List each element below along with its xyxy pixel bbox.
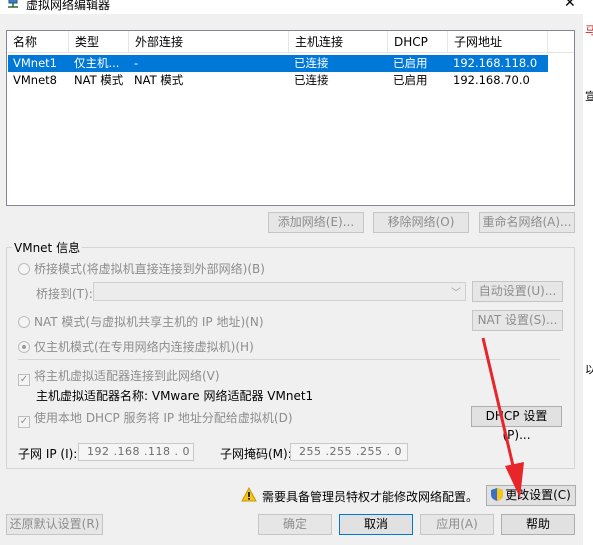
background-window-strip (583, 0, 593, 545)
background-glyph-low: 以 (585, 363, 593, 376)
vmnet-info-label: VMnet 信息 (12, 239, 83, 256)
cell-type: NAT 模式 (74, 73, 124, 87)
remove-network-button[interactable]: 移除网络(O) (373, 212, 469, 233)
bridge-to-label: 桥接到(T): (36, 287, 93, 301)
cell-external: NAT 模式 (134, 73, 184, 87)
connect-host-adapter-label: 将主机虚拟适配器连接到此网络(V) (34, 369, 220, 383)
column-header-dhcp[interactable]: DHCP (388, 31, 448, 53)
radio-circle (18, 316, 30, 328)
checkbox-checked-icon: ✓ (18, 416, 30, 428)
network-list[interactable]: 名称 类型 外部连接 主机连接 DHCP 子网地址 VMnet1 仅主机... … (6, 30, 575, 206)
window-title: 虚拟网络编辑器 (26, 0, 111, 12)
network-list-header: 名称 类型 外部连接 主机连接 DHCP 子网地址 (7, 31, 574, 53)
checkbox-checked-icon: ✓ (18, 374, 30, 386)
table-row-vmnet8[interactable]: VMnet8 NAT 模式 NAT 模式 已连接 已启用 192.168.70.… (8, 72, 548, 89)
background-glyph-top: 马 (585, 24, 593, 37)
add-network-button[interactable]: 添加网络(E)... (268, 212, 364, 233)
network-editor-icon (8, 0, 18, 8)
rename-network-button[interactable]: 重命名网络(A)... (479, 212, 575, 233)
restore-defaults-button[interactable]: 还原默认设置(R) (6, 514, 103, 535)
column-header-host[interactable]: 主机连接 (289, 31, 388, 53)
column-header-type[interactable]: 类型 (69, 31, 129, 53)
host-only-mode-label: 仅主机模式(在专用网络内连接虚拟机)(H) (34, 340, 254, 354)
cancel-button[interactable]: 取消 (339, 514, 413, 535)
use-dhcp-checkbox[interactable]: ✓ 使用本地 DHCP 服务将 IP 地址分配给虚拟机(D) (18, 409, 293, 428)
change-settings-label: 更改设置(C) (505, 488, 571, 502)
cell-host: 已连接 (294, 56, 329, 70)
cell-subnet: 192.168.118.0 (453, 56, 538, 70)
uac-shield-icon (491, 488, 504, 501)
cell-external: - (134, 56, 139, 70)
divider (18, 359, 560, 360)
warning-icon (241, 487, 257, 502)
cell-name: VMnet8 (13, 73, 57, 87)
cell-name: VMnet1 (13, 56, 57, 70)
host-only-mode-radio[interactable]: 仅主机模式(在专用网络内连接虚拟机)(H) (18, 338, 254, 355)
title-bar: 虚拟网络编辑器 ✕ (0, 0, 593, 14)
chevron-down-icon: ﹀ (451, 288, 461, 299)
help-button[interactable]: 帮助 (501, 514, 575, 535)
cell-dhcp: 已启用 (393, 73, 428, 87)
subnet-ip-label: 子网 IP (I): (18, 447, 78, 461)
cell-type: 仅主机... (74, 56, 120, 70)
nat-mode-label: NAT 模式(与虚拟机共享主机的 IP 地址)(N) (34, 315, 264, 329)
admin-notice-text: 需要具备管理员特权才能修改网络配置。 (262, 490, 479, 504)
bridged-mode-radio[interactable]: 桥接模式(将虚拟机直接连接到外部网络)(B) (18, 260, 265, 277)
radio-circle-selected (18, 341, 30, 353)
subnet-mask-label: 子网掩码(M): (220, 447, 292, 461)
cell-subnet: 192.168.70.0 (453, 73, 530, 87)
dhcp-settings-button[interactable]: DHCP 设置(P)... (471, 406, 562, 442)
auto-settings-button[interactable]: 自动设置(U)... (472, 281, 563, 302)
nat-mode-radio[interactable]: NAT 模式(与虚拟机共享主机的 IP 地址)(N) (18, 313, 264, 330)
close-button[interactable]: ✕ (564, 0, 576, 11)
radio-circle (18, 263, 30, 275)
subnet-ip-input[interactable]: 192 .168 .118 . 0 (78, 443, 194, 461)
bridged-mode-label: 桥接模式(将虚拟机直接连接到外部网络)(B) (34, 262, 265, 276)
use-dhcp-label: 使用本地 DHCP 服务将 IP 地址分配给虚拟机(D) (34, 411, 293, 425)
table-row-vmnet1[interactable]: VMnet1 仅主机... - 已连接 已启用 192.168.118.0 (8, 55, 548, 72)
bridge-to-select[interactable]: ﹀ (93, 282, 466, 301)
connect-host-adapter-checkbox[interactable]: ✓ 将主机虚拟适配器连接到此网络(V) (18, 367, 220, 386)
subnet-mask-input[interactable]: 255 .255 .255 . 0 (290, 443, 408, 461)
cell-host: 已连接 (294, 73, 329, 87)
column-header-name[interactable]: 名称 (7, 31, 69, 53)
column-header-external[interactable]: 外部连接 (129, 31, 289, 53)
cell-dhcp: 已启用 (393, 56, 428, 70)
background-glyph-mid: 宣 (585, 90, 593, 103)
column-header-subnet[interactable]: 子网地址 (448, 31, 548, 53)
nat-settings-button[interactable]: NAT 设置(S)... (472, 310, 563, 331)
apply-button[interactable]: 应用(A) (420, 514, 494, 535)
change-settings-button[interactable]: 更改设置(C) (486, 485, 576, 506)
ok-button[interactable]: 确定 (258, 514, 332, 535)
host-adapter-name: 主机虚拟适配器名称: VMware 网络适配器 VMnet1 (36, 389, 314, 403)
